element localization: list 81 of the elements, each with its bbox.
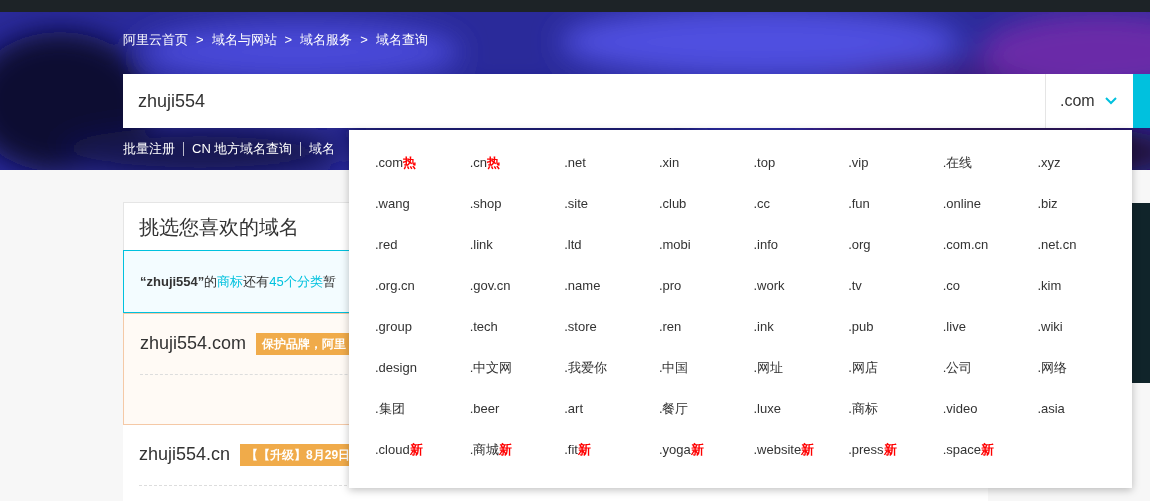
suffix-option[interactable]: .tv [848,265,943,306]
suffix-select[interactable]: .com [1045,74,1133,128]
suffix-option[interactable]: .cloud新 [375,429,470,470]
suffix-option[interactable]: .ink [753,306,849,347]
suffix-option[interactable]: .网址 [753,347,849,388]
suffix-option[interactable]: .wiki [1037,306,1132,347]
quick-link[interactable]: CN 地方域名查询 [192,139,293,159]
suffix-option[interactable]: .在线 [942,142,1038,183]
suffix-option[interactable]: .mobi [658,224,754,265]
suffix-option[interactable]: .yoga新 [658,429,754,470]
suffix-option[interactable]: .top [753,142,849,183]
suffix-option[interactable]: .商标 [848,388,943,429]
chevron-down-icon [1104,97,1117,105]
suffix-option[interactable]: .live [942,306,1038,347]
suffix-option[interactable]: .asia [1037,388,1132,429]
suffix-option[interactable]: .wang [375,183,470,224]
suffix-option[interactable]: .ren [658,306,754,347]
suffix-option[interactable]: .luxe [753,388,849,429]
suffix-option[interactable]: .info [753,224,849,265]
breadcrumb-separator: > [360,31,368,50]
breadcrumb-link[interactable]: 域名查询 [375,30,428,50]
quick-link[interactable]: 域名 [309,139,336,159]
suffix-option[interactable]: .com.cn [942,224,1038,265]
suffix-option[interactable]: .cn热 [469,142,565,183]
suffix-option[interactable]: .集团 [375,388,470,429]
suffix-option[interactable]: .beer [469,388,565,429]
breadcrumb-separator: > [284,31,293,50]
suffix-option[interactable]: .中文网 [469,347,565,388]
suffix-option[interactable]: .online [942,183,1038,224]
search-button[interactable] [1133,74,1150,128]
suffix-option[interactable]: .site [564,183,659,224]
suffix-option[interactable]: .press新 [848,429,943,470]
suffix-option[interactable]: .商城新 [469,429,565,470]
suffix-option[interactable]: .club [658,183,754,224]
suffix-option[interactable]: .中国 [658,347,754,388]
suffix-option[interactable]: .xyz [1037,142,1132,183]
breadcrumb-link[interactable]: 域名与网站 [211,30,277,50]
suffix-option[interactable]: .net [564,142,659,183]
suffix-option[interactable]: .link [469,224,565,265]
suffix-option[interactable]: .ltd [564,224,659,265]
suffix-option[interactable]: .net.cn [1037,224,1132,265]
suffix-option[interactable]: .video [942,388,1038,429]
suffix-option[interactable]: .space新 [942,429,1038,470]
suffix-option[interactable]: .pub [848,306,943,347]
suffix-option[interactable]: .网店 [848,347,943,388]
breadcrumb-link[interactable]: 域名服务 [300,30,353,50]
suffix-option[interactable]: .xin [658,142,754,183]
suffix-option[interactable]: .fit新 [564,429,659,470]
suffix-option[interactable]: .name [564,265,659,306]
suffix-option[interactable]: .公司 [942,347,1038,388]
search-field[interactable]: zhuji554 [123,74,1045,128]
suffix-option[interactable]: .fun [848,183,943,224]
suffix-option[interactable]: .我爱你 [564,347,659,388]
notice-text: “zhuji554”的商标还有45个分类暂 [140,272,336,291]
domain-name: zhuji554.com [140,332,247,356]
suffix-option[interactable]: .org.cn [375,265,470,306]
suffix-option[interactable]: .website新 [753,429,849,470]
suffix-option[interactable]: .co [942,265,1038,306]
suffix-option[interactable]: .org [848,224,943,265]
panel-title: 挑选您喜欢的域名 [139,214,299,240]
quick-link[interactable]: 批量注册 [123,139,175,159]
suffix-option[interactable]: .kim [1037,265,1132,306]
suffix-option[interactable]: .biz [1037,183,1132,224]
suffix-option[interactable]: .shop [469,183,565,224]
suffix-option[interactable]: .work [753,265,849,306]
suffix-option[interactable]: .tech [469,306,565,347]
suffix-option[interactable]: .red [375,224,470,265]
suffix-option[interactable]: .cc [753,183,849,224]
suffix-option[interactable]: .group [375,306,470,347]
suffix-option[interactable]: .pro [658,265,754,306]
suffix-option[interactable]: .gov.cn [469,265,565,306]
breadcrumb-separator: > [196,31,204,50]
suffix-option[interactable]: .store [564,306,659,347]
suffix-option[interactable]: .design [375,347,470,388]
suffix-option[interactable]: .餐厅 [658,388,754,429]
domain-name: zhuji554.cn [139,443,231,467]
suffix-option[interactable]: .vip [848,142,943,183]
suffix-option[interactable]: .art [564,388,659,429]
breadcrumb-link[interactable]: 阿里云首页 [123,30,188,50]
suffix-option[interactable]: .com热 [375,142,470,183]
suffix-option[interactable]: .网络 [1037,347,1132,388]
